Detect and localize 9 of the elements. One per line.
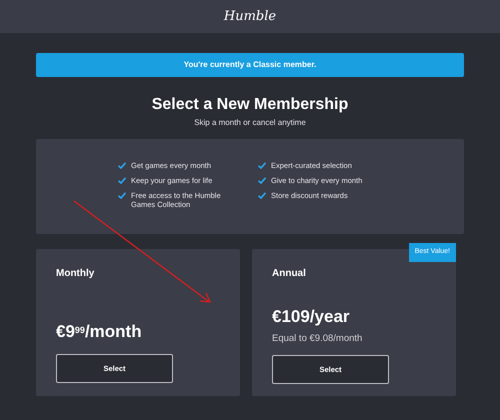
- price-note: Equal to €9.08/month: [272, 332, 364, 346]
- plan-price: €9$^{99}$/month: [56, 322, 142, 341]
- plan-name: Monthly: [56, 267, 96, 281]
- banner-text: You're currently a Classic member.: [184, 59, 316, 71]
- plan-name: Annual: [272, 267, 307, 281]
- logo[interactable]: Humble: [224, 6, 276, 26]
- plan-price: €109/year: [272, 307, 350, 326]
- page-subtitle: Skip a month or cancel anytime: [194, 117, 306, 129]
- page-title: Select a New Membership: [152, 95, 348, 115]
